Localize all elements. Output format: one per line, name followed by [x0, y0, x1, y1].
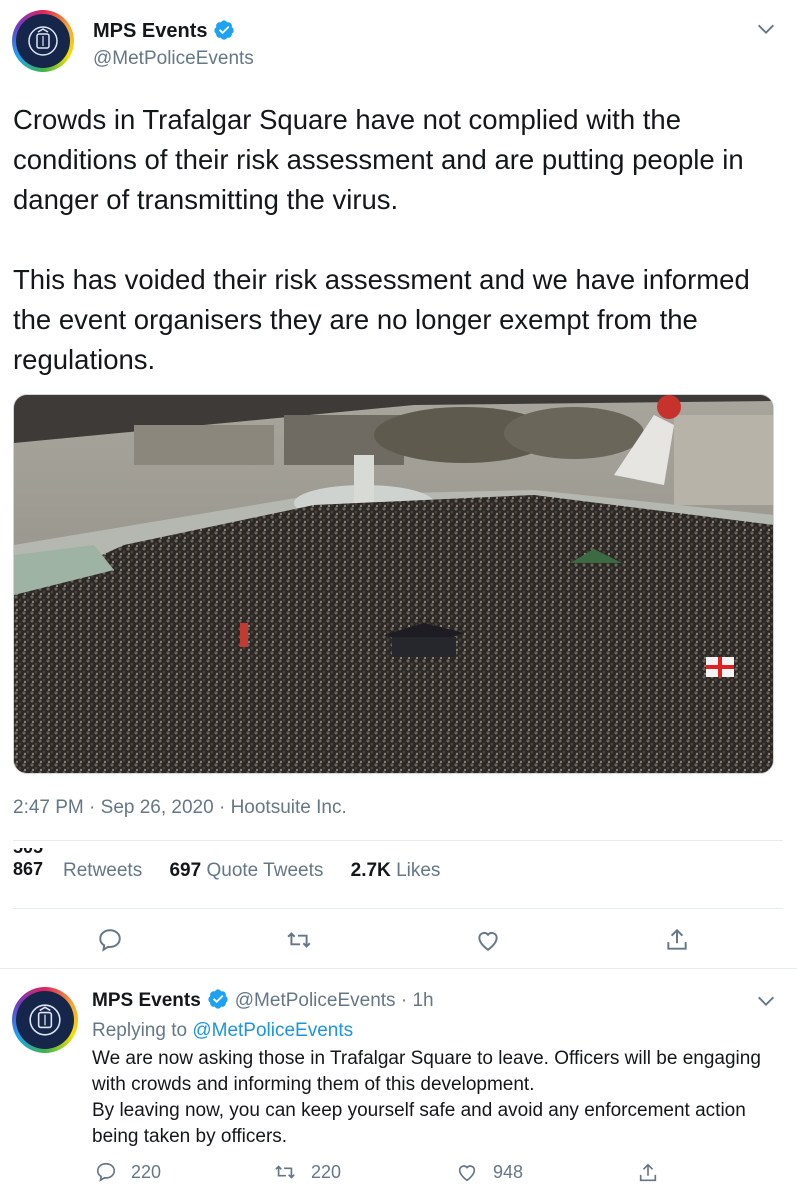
- like-action[interactable]: 948: [455, 1161, 523, 1183]
- replying-to: Replying to @MetPoliceEvents: [92, 1020, 354, 1041]
- tweet-text: Crowds in Trafalgar Square have not comp…: [13, 100, 783, 380]
- retweet-icon: [275, 1165, 295, 1179]
- replying-to-link[interactable]: @MetPoliceEvents: [192, 1020, 353, 1041]
- divider: [13, 908, 783, 909]
- tweet-line: We are now asking those in Trafalgar Squ…: [92, 1048, 761, 1095]
- retweet-icon[interactable]: [285, 927, 313, 953]
- reply-count: 220: [131, 1161, 162, 1182]
- display-name[interactable]: MPS Events: [92, 990, 201, 1011]
- avatar[interactable]: [12, 10, 74, 72]
- likes-stat[interactable]: 2.7K Likes: [351, 860, 441, 882]
- divider: [0, 968, 797, 969]
- tweet-time[interactable]: · 1h: [401, 990, 434, 1011]
- handle[interactable]: @MetPoliceEvents: [93, 48, 254, 70]
- handle[interactable]: @MetPoliceEvents: [235, 990, 396, 1011]
- crowd-photo-image: [14, 395, 773, 773]
- tweet-paragraph: Crowds in Trafalgar Square have not comp…: [13, 104, 744, 215]
- chevron-down-icon[interactable]: [755, 18, 777, 40]
- share-action[interactable]: [637, 1161, 673, 1185]
- met-police-crest-icon: [16, 14, 70, 68]
- met-police-crest-icon: [16, 991, 74, 1049]
- display-name[interactable]: MPS Events: [93, 20, 235, 43]
- retweets-stat[interactable]: 505 867 Retweets: [13, 848, 142, 882]
- share-icon: [639, 1163, 657, 1182]
- verified-badge-icon: [214, 20, 235, 40]
- like-icon[interactable]: [474, 927, 502, 953]
- retweet-action[interactable]: 220: [273, 1161, 341, 1183]
- tweet-text: We are now asking those in Trafalgar Squ…: [92, 1046, 782, 1150]
- like-icon: [458, 1165, 476, 1182]
- share-icon[interactable]: [664, 926, 690, 954]
- reply-action[interactable]: 220: [95, 1161, 161, 1183]
- like-count: 948: [493, 1161, 524, 1182]
- retweets-count: 505 867: [13, 848, 44, 879]
- reply-icon: [96, 1162, 116, 1182]
- divider: [13, 840, 783, 841]
- tweet-stats: 505 867 Retweets 697 Quote Tweets 2.7K L…: [13, 848, 462, 882]
- avatar[interactable]: [12, 987, 78, 1053]
- verified-badge-icon: [208, 989, 228, 1010]
- tweet-timestamp[interactable]: 2:47 PM · Sep 26, 2020 · Hootsuite Inc.: [13, 797, 347, 819]
- tweet-photo[interactable]: [13, 394, 774, 774]
- tweet-paragraph: This has voided their risk assessment an…: [13, 264, 750, 375]
- quote-tweets-stat[interactable]: 697 Quote Tweets: [169, 860, 323, 882]
- reply-icon[interactable]: [97, 927, 123, 953]
- chevron-down-icon[interactable]: [755, 990, 777, 1012]
- tweet-line: By leaving now, you can keep yourself sa…: [92, 1100, 746, 1147]
- retweet-count: 220: [311, 1161, 342, 1182]
- reply-header: MPS Events @MetPoliceEvents · 1h: [92, 989, 434, 1012]
